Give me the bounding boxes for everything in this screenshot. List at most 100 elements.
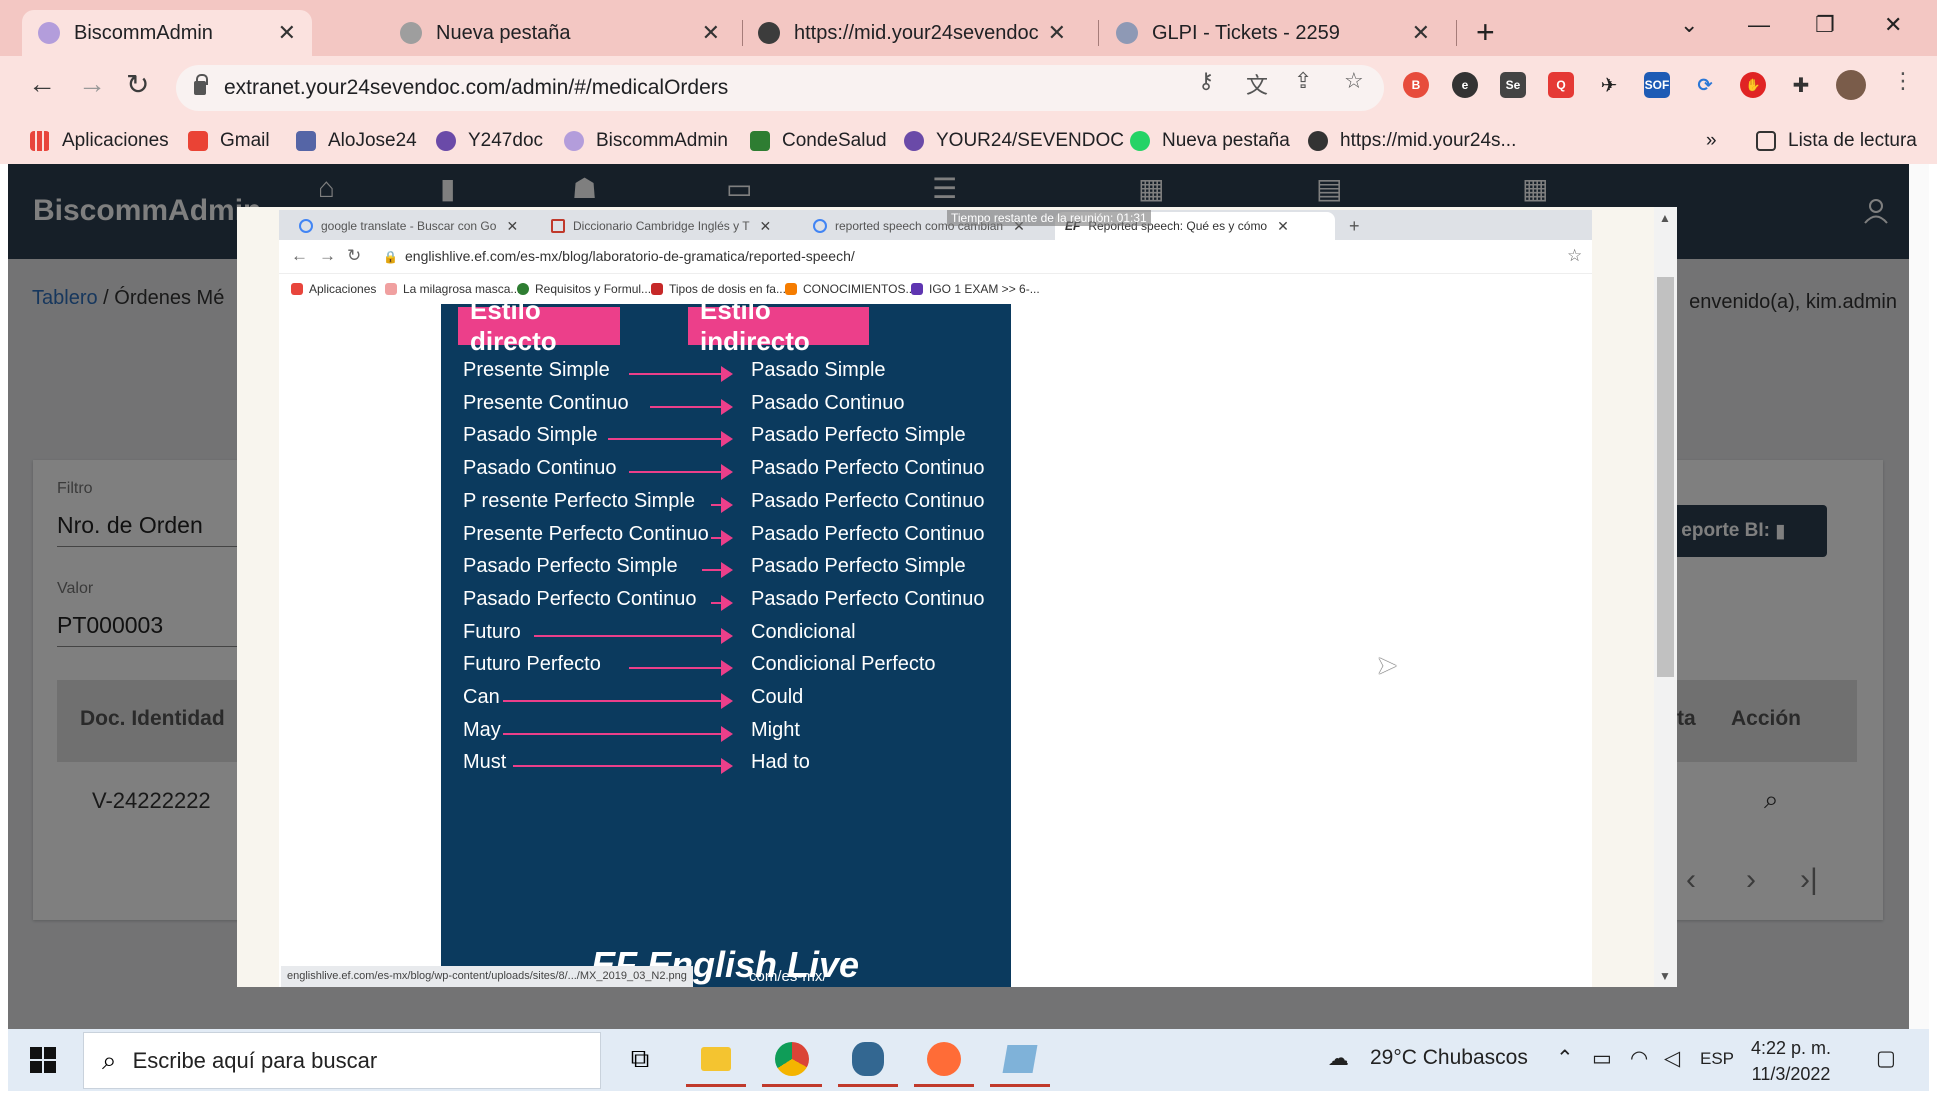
bookmark-icon <box>904 131 924 151</box>
tab-search-icon[interactable]: ⌄ <box>1680 12 1698 38</box>
scroll-thumb[interactable] <box>1657 277 1674 677</box>
minimize-button[interactable]: — <box>1748 12 1770 38</box>
bookmark-condesalud[interactable]: CondeSalud <box>750 130 887 152</box>
arrow-icon <box>607 431 733 448</box>
arrow-icon <box>711 594 733 611</box>
reading-list-icon <box>1756 131 1776 151</box>
new-tab-button[interactable]: + <box>1476 14 1495 51</box>
postgres-icon[interactable] <box>838 1039 898 1087</box>
direct-tense: Can <box>463 686 500 708</box>
clock[interactable]: 4:22 p. m. 11/3/2022 <box>1751 1035 1831 1087</box>
app-icon[interactable] <box>990 1039 1050 1087</box>
bookmark-label: https://mid.your24s... <box>1340 130 1517 151</box>
scroll-down-icon[interactable]: ▼ <box>1659 969 1671 983</box>
inner-bookmark-label: Tipos de dosis en fa... <box>669 282 786 296</box>
modal-scrollbar[interactable]: ▲ ▼ <box>1654 207 1677 987</box>
direct-tense: Pasado Perfecto Continuo <box>463 587 697 610</box>
volume-icon[interactable]: ◁ <box>1664 1046 1680 1071</box>
tab-mid-your24[interactable]: https://mid.your24sevendoc.com ✕ <box>742 10 1082 56</box>
scroll-up-icon[interactable]: ▲ <box>1659 211 1671 225</box>
bookmark-your24sevendoc[interactable]: YOUR24/SEVENDOC <box>904 130 1124 152</box>
puzzle-icon[interactable]: ✚ <box>1788 72 1814 98</box>
bookmark-aplicaciones[interactable]: Aplicaciones <box>30 130 169 152</box>
reading-list-label: Lista de lectura <box>1788 130 1917 151</box>
search-placeholder: Escribe aquí para buscar <box>132 1047 378 1073</box>
bookmark-alojose24[interactable]: AloJose24 <box>296 130 417 152</box>
bookmark-icon <box>385 283 397 295</box>
inner-toolbar: ← → ↻ 🔒 englishlive.ef.com/es-mx/blog/la… <box>279 240 1592 274</box>
direct-tense: Pasado Continuo <box>463 457 617 480</box>
restore-button[interactable]: ❐ <box>1815 12 1835 38</box>
close-window-button[interactable]: ✕ <box>1884 12 1902 38</box>
close-icon[interactable]: ✕ <box>702 20 720 46</box>
wifi-icon[interactable]: ◠ <box>1630 1046 1648 1071</box>
forward-icon: → <box>319 246 336 265</box>
language-indicator[interactable]: ESP <box>1700 1049 1734 1069</box>
chevron-up-icon[interactable]: ⌃ <box>1556 1046 1574 1071</box>
biscomm-icon <box>564 131 584 151</box>
forward-button[interactable]: → <box>78 68 106 100</box>
lock-icon <box>194 74 208 95</box>
inner-bookmark: Requisitos y Formul... <box>517 282 651 296</box>
share-icon[interactable]: ⇪ <box>1294 68 1312 94</box>
translate-icon[interactable]: 文 <box>1246 68 1268 100</box>
star-icon[interactable]: ☆ <box>1344 68 1364 94</box>
notification-icon[interactable]: ▢ <box>1876 1046 1896 1071</box>
tab-glpi[interactable]: GLPI - Tickets - 2259 ✕ <box>1100 10 1446 56</box>
google-icon <box>813 219 827 233</box>
bookmark-nueva-pestana[interactable]: Nueva pestaña <box>1130 130 1290 152</box>
more-bookmarks[interactable]: » <box>1706 130 1717 152</box>
bookmark-icon <box>517 283 529 295</box>
inner-status-url-tail: com/es-mx/ <box>749 968 827 985</box>
extension-icon[interactable]: ✈ <box>1596 72 1622 98</box>
close-icon[interactable]: ✕ <box>1048 20 1066 46</box>
weather-text[interactable]: 29°C Chubascos <box>1370 1046 1528 1070</box>
bookmark-y247doc[interactable]: Y247doc <box>436 130 543 152</box>
extension-icon[interactable]: B <box>1403 72 1429 98</box>
tab-nueva-pestana[interactable]: Nueva pestaña ✕ <box>384 10 736 56</box>
extension-icon[interactable]: Se <box>1500 72 1526 98</box>
image-modal: google translate - Buscar con Go ✕ Diccio… <box>237 207 1677 987</box>
close-icon[interactable]: ✕ <box>1412 20 1430 46</box>
arrow-icon <box>649 398 733 415</box>
bookmark-biscommadmin[interactable]: BiscommAdmin <box>564 130 728 152</box>
avatar[interactable] <box>1836 70 1866 100</box>
back-button[interactable]: ← <box>28 68 56 100</box>
page-scrollbar[interactable] <box>1909 164 1929 1029</box>
reading-list[interactable]: Lista de lectura <box>1756 130 1917 152</box>
key-icon[interactable]: ⚷ <box>1198 68 1214 94</box>
glpi-icon <box>1116 22 1138 44</box>
close-icon: ✕ <box>759 217 772 234</box>
taskbar-search[interactable]: ⌕ Escribe aquí para buscar <box>83 1032 601 1089</box>
direct-tense: Futuro Perfecto <box>463 653 601 676</box>
extension-icon[interactable]: Q <box>1548 72 1574 98</box>
menu-icon[interactable]: ⋮ <box>1892 68 1914 94</box>
extension-icon[interactable]: ⟳ <box>1692 72 1718 98</box>
inner-bookmark-label: Aplicaciones <box>309 282 377 296</box>
bookmark-label: Nueva pestaña <box>1162 130 1290 151</box>
tab-biscommadmin[interactable]: BiscommAdmin ✕ <box>22 10 312 56</box>
inner-bookmark: Aplicaciones <box>291 282 376 296</box>
url-text[interactable]: extranet.your24sevendoc.com/admin/#/medi… <box>224 76 728 100</box>
postman-icon[interactable] <box>914 1039 974 1087</box>
indirect-tense: Pasado Simple <box>751 359 886 381</box>
tab-title: Nueva pestaña <box>436 21 571 44</box>
clock-date: 11/3/2022 <box>1751 1064 1831 1084</box>
battery-icon[interactable]: ▭ <box>1592 1046 1612 1071</box>
extension-icon[interactable]: ✋ <box>1740 72 1766 98</box>
file-explorer-icon[interactable] <box>686 1039 746 1087</box>
clock-time: 4:22 p. m. <box>1751 1038 1832 1058</box>
globe-icon <box>1308 131 1328 151</box>
reload-button[interactable]: ↻ <box>126 68 149 101</box>
inner-tab-title: Diccionario Cambridge Inglés y T <box>573 219 750 233</box>
bookmark-gmail[interactable]: Gmail <box>188 130 270 152</box>
chrome-icon[interactable] <box>762 1039 822 1087</box>
close-icon[interactable]: ✕ <box>278 20 296 46</box>
weather-icon[interactable]: ☁ <box>1328 1046 1349 1071</box>
windows-start-icon[interactable] <box>30 1047 56 1073</box>
search-icon: ⌕ <box>102 1044 117 1075</box>
task-view-icon[interactable]: ⧉ <box>622 1039 658 1079</box>
bookmark-mid-your24s[interactable]: https://mid.your24s... <box>1308 130 1516 152</box>
extension-icon[interactable]: SOF <box>1644 72 1670 98</box>
extension-icon[interactable]: e <box>1452 72 1478 98</box>
